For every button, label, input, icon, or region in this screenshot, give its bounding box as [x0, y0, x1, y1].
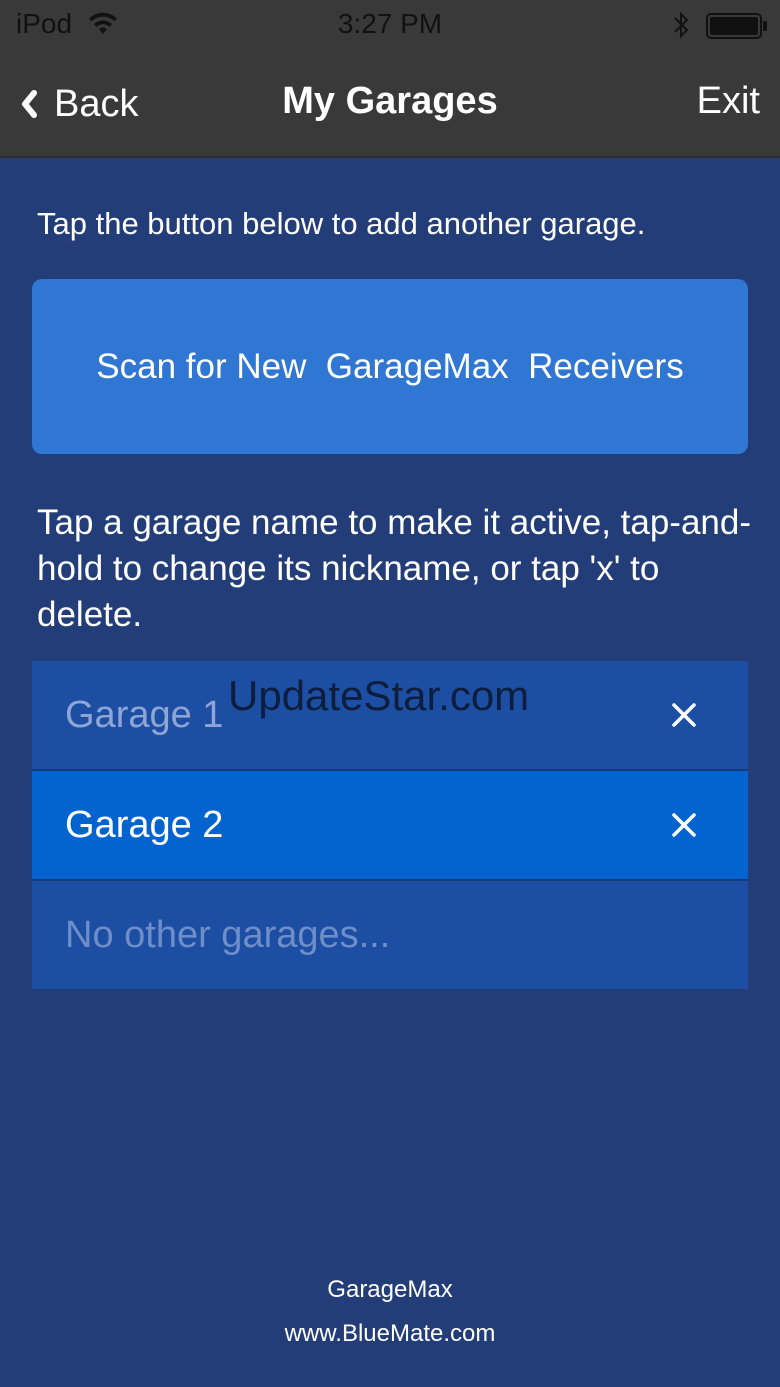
garage-name: Garage 1	[65, 693, 224, 736]
footer: GarageMax www.BlueMate.com	[0, 1274, 780, 1350]
bluetooth-icon	[674, 11, 689, 39]
empty-garages-row: No other garages...	[32, 881, 748, 989]
intro-text: Tap the button below to add another gara…	[37, 206, 646, 241]
screen: iPod 3:27 PM Back My Garages Exit Tap th…	[0, 0, 780, 1387]
close-icon[interactable]	[668, 699, 700, 731]
garage-list: Garage 1 Garage 2 No other garages...	[32, 661, 748, 989]
scan-receivers-button[interactable]: Scan for New GarageMax Receivers	[32, 279, 748, 454]
footer-website-link[interactable]: www.BlueMate.com	[0, 1318, 780, 1350]
instructions-text: Tap a garage name to make it active, tap…	[37, 503, 752, 634]
footer-app-name: GarageMax	[327, 1276, 453, 1303]
status-time: 3:27 PM	[337, 8, 443, 39]
garage-row-1[interactable]: Garage 1	[32, 661, 748, 771]
status-bar: iPod 3:27 PM	[0, 0, 780, 52]
garage-name: Garage 2	[65, 803, 224, 846]
exit-button[interactable]: Exit	[697, 80, 760, 123]
page-title: My Garages	[282, 80, 498, 122]
empty-garages-text: No other garages...	[65, 913, 391, 956]
garage-row-2[interactable]: Garage 2	[32, 771, 748, 881]
navigation-bar: Back My Garages Exit	[0, 52, 780, 158]
battery-icon	[706, 13, 767, 39]
close-icon[interactable]	[668, 809, 700, 841]
